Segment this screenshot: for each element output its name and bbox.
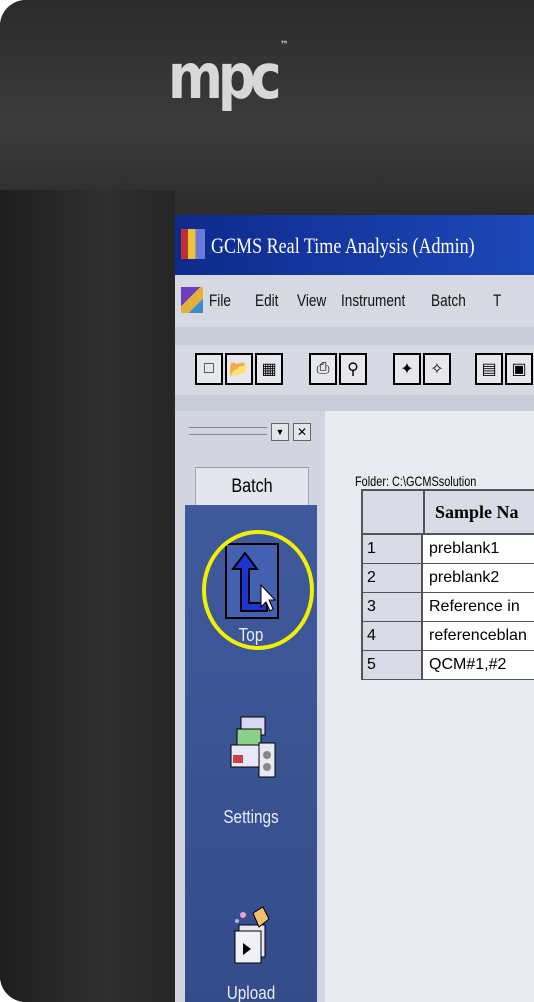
monitor-bezel-left [0, 190, 175, 1002]
table-row[interactable]: 5 QCM#1,#2 [363, 651, 534, 680]
sample-name-cell[interactable]: Reference in [423, 593, 534, 621]
menu-file[interactable]: File [209, 291, 231, 311]
report-wizard-icon[interactable]: ✧ [423, 353, 451, 385]
table-row[interactable]: 2 preblank2 [363, 564, 534, 593]
table-row[interactable]: 4 referenceblan [363, 622, 534, 651]
print-preview-icon[interactable]: ⚲ [339, 353, 367, 385]
folder-path: Folder: C:\GCMSsolution [355, 473, 477, 489]
batch-side-pane: ▼ ✕ Batch Top Settings Upload [175, 411, 325, 1002]
monitor-frame: mpc ™ GCMS Real Time Analysis (Admin) Fil… [0, 0, 534, 1002]
table-row[interactable]: 1 preblank1 [363, 535, 534, 564]
brand-text: mpc [168, 40, 282, 113]
menu-bar: File Edit View Instrument Batch T [175, 275, 534, 327]
table-row[interactable]: 3 Reference in [363, 593, 534, 622]
menu-view[interactable]: View [297, 291, 326, 311]
settings-icon[interactable] [229, 715, 277, 781]
close-icon[interactable]: ✕ [293, 423, 311, 441]
batch-header[interactable]: Batch [195, 467, 309, 507]
window-title: GCMS Real Time Analysis (Admin) [211, 233, 475, 258]
brand-trademark: ™ [279, 40, 289, 51]
menu-edit[interactable]: Edit [255, 291, 278, 311]
window-titlebar[interactable]: GCMS Real Time Analysis (Admin) [175, 215, 534, 275]
row-number[interactable]: 3 [363, 593, 423, 621]
print-icon[interactable]: ⎙ [309, 353, 337, 385]
pane-grip[interactable] [189, 427, 267, 435]
table-header: Sample Na [363, 489, 534, 535]
row-number[interactable]: 5 [363, 651, 423, 679]
app-icon [181, 229, 205, 259]
menu-batch[interactable]: Batch [431, 291, 466, 311]
open-folder-icon[interactable]: 📂 [225, 353, 253, 385]
nav-item-upload[interactable]: Upload [195, 983, 307, 1002]
save-icon[interactable]: ▦ [255, 353, 283, 385]
sample-name-cell[interactable]: preblank1 [423, 535, 534, 563]
monitor-brand-logo: mpc ™ [168, 40, 288, 113]
nav-item-top[interactable]: Top [195, 625, 307, 646]
sample-name-cell[interactable]: QCM#1,#2 [423, 651, 534, 679]
new-file-icon[interactable]: □ [195, 353, 223, 385]
app-menu-icon[interactable] [181, 287, 203, 313]
menu-tools[interactable]: T [493, 291, 501, 311]
wizard-icon[interactable]: ✦ [393, 353, 421, 385]
batch-nav: Top Settings Upload [185, 505, 317, 1002]
header-cell-sample-name[interactable]: Sample Na [425, 491, 519, 533]
toolbar: □ 📂 ▦ ⎙ ⚲ ✦ ✧ ▤ ▣ [175, 345, 534, 395]
row-number[interactable]: 2 [363, 564, 423, 592]
upload-icon[interactable] [229, 905, 277, 965]
view-layout-2-icon[interactable]: ▣ [505, 353, 533, 385]
menu-instrument[interactable]: Instrument [341, 291, 405, 311]
batch-table: Sample Na 1 preblank1 2 preblank2 3 Refe… [361, 489, 534, 680]
view-layout-icon[interactable]: ▤ [475, 353, 503, 385]
batch-table-area: Folder: C:\GCMSsolution Sample Na 1 preb… [325, 411, 534, 1002]
sample-name-cell[interactable]: referenceblan [423, 622, 534, 650]
nav-item-settings[interactable]: Settings [195, 807, 307, 828]
row-number[interactable]: 4 [363, 622, 423, 650]
sample-name-cell[interactable]: preblank2 [423, 564, 534, 592]
header-cell-index[interactable] [363, 491, 425, 533]
screen: GCMS Real Time Analysis (Admin) File Edi… [175, 215, 534, 1002]
row-number[interactable]: 1 [363, 535, 423, 563]
chevron-down-icon[interactable]: ▼ [271, 423, 289, 441]
